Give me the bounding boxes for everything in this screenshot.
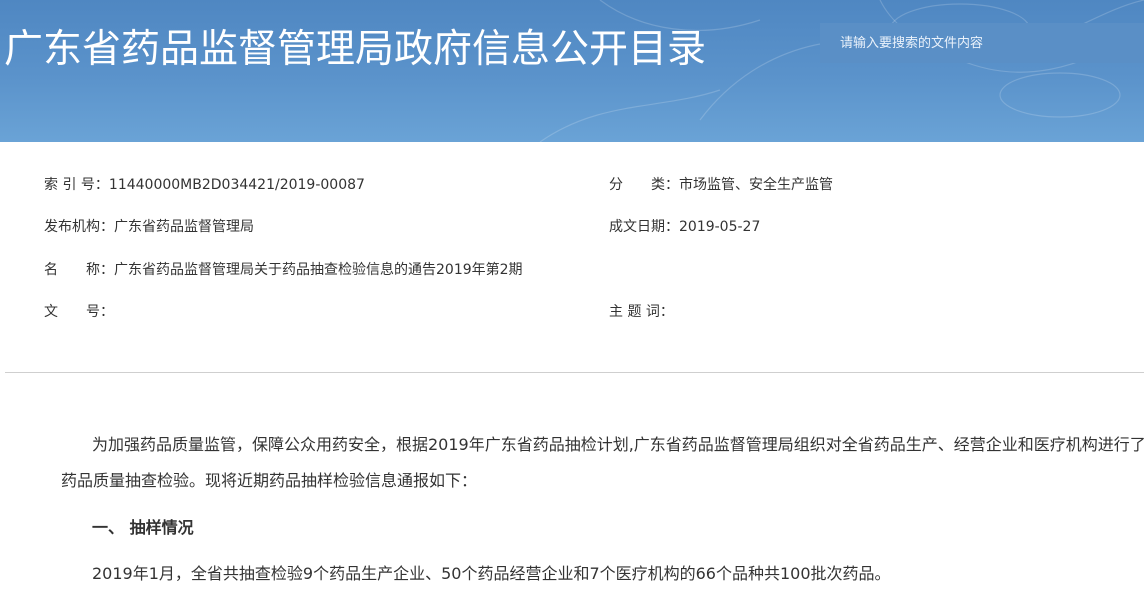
header-banner: 广东省药品监督管理局政府信息公开目录 <box>0 0 1144 142</box>
intro-paragraph-line2: 药品质量抽查检验。现将近期药品抽样检验信息通报如下： <box>61 471 478 490</box>
meta-keywords: 主 题 词： <box>609 301 674 321</box>
section-heading: 一、 抽样情况 <box>92 518 194 537</box>
site-title: 广东省药品监督管理局政府信息公开目录 <box>4 27 707 72</box>
search-box <box>820 23 1144 63</box>
document-metadata: 索 引 号：11440000MB2D034421/2019-00087 分 类：… <box>0 142 1144 372</box>
meta-date: 成文日期：2019-05-27 <box>609 216 760 236</box>
meta-value: 2019-05-27 <box>679 219 761 235</box>
meta-name: 名 称：广东省药品监督管理局关于药品抽查检验信息的通告2019年第2期 <box>44 259 523 279</box>
meta-value: 广东省药品监督管理局 <box>114 219 254 235</box>
meta-label: 名 称： <box>44 262 114 278</box>
meta-index-no: 索 引 号：11440000MB2D034421/2019-00087 <box>44 174 365 194</box>
section-paragraph: 2019年1月，全省共抽查检验9个药品生产企业、50个药品经营企业和7个医疗机构… <box>92 564 891 583</box>
meta-publisher: 发布机构：广东省药品监督管理局 <box>44 216 254 236</box>
intro-paragraph-line1: 为加强药品质量监管，保障公众用药安全，根据2019年广东省药品抽检计划,广东省药… <box>92 435 1144 454</box>
meta-value: 11440000MB2D034421/2019-00087 <box>108 177 365 193</box>
divider <box>5 372 1144 373</box>
meta-label: 成文日期： <box>609 219 679 235</box>
meta-value: 广东省药品监督管理局关于药品抽查检验信息的通告2019年第2期 <box>114 262 523 278</box>
meta-label: 文 号： <box>44 304 114 320</box>
meta-value: 市场监管、安全生产监管 <box>679 177 833 193</box>
search-input[interactable] <box>820 23 1144 63</box>
meta-label: 分 类： <box>609 177 679 193</box>
meta-label: 主 题 词： <box>609 304 674 320</box>
meta-doc-no: 文 号： <box>44 301 114 321</box>
meta-category: 分 类：市场监管、安全生产监管 <box>609 174 833 194</box>
meta-label: 发布机构： <box>44 219 114 235</box>
meta-label: 索 引 号： <box>44 177 109 193</box>
